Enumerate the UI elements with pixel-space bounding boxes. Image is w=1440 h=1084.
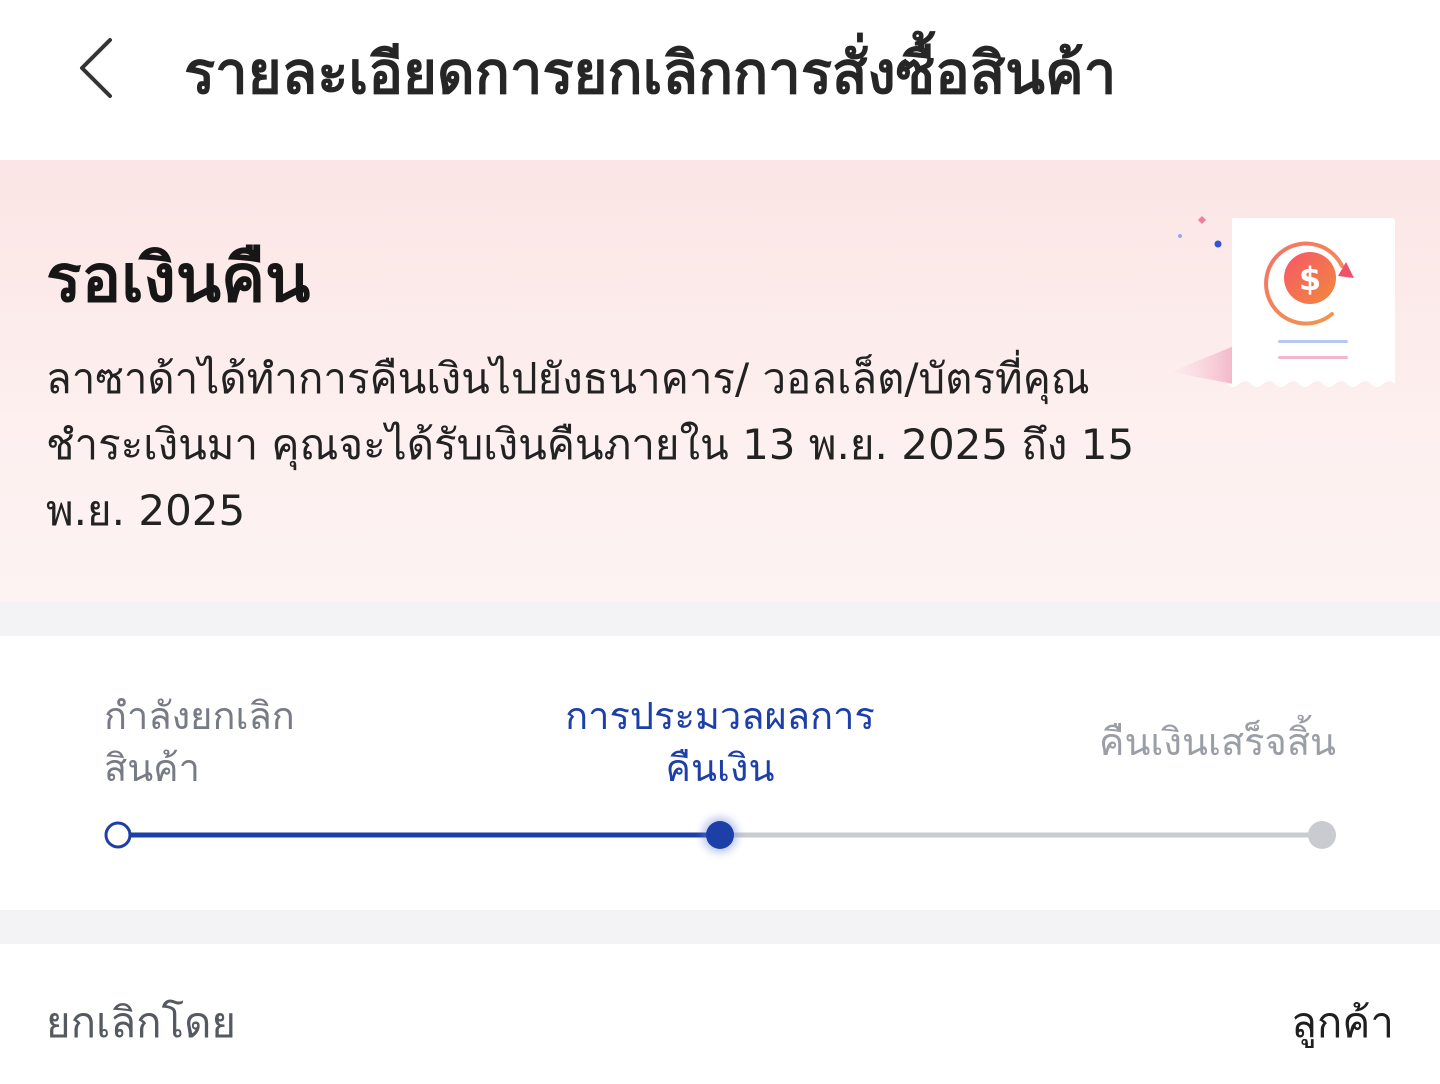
page-title: รายละเอียดการยกเลิกการสั่งซื้อสินค้า bbox=[184, 39, 1117, 107]
step-3-dot bbox=[1308, 821, 1336, 849]
refund-status-banner: รอเงินคืน ลาซาด้าได้ทำการคืนเงินไปยังธนา… bbox=[0, 160, 1440, 602]
svg-text:$: $ bbox=[1299, 260, 1321, 298]
cancelled-by-value: ลูกค้า bbox=[1291, 998, 1394, 1047]
status-title: รอเงินคืน bbox=[46, 240, 311, 317]
cancelled-by-label: ยกเลิกโดย bbox=[46, 998, 237, 1047]
step-2-dot bbox=[706, 821, 734, 849]
refund-receipt-icon: $ bbox=[1170, 216, 1395, 387]
header-bar: รายละเอียดการยกเลิกการสั่งซื้อสินค้า bbox=[0, 0, 1440, 160]
step-1-dot bbox=[104, 821, 132, 849]
progress-track bbox=[104, 817, 1336, 853]
refund-progress-tracker: กำลังยกเลิก สินค้า การประมวลผลการ คืนเงิ… bbox=[0, 636, 1440, 910]
status-description: ลาซาด้าได้ทำการคืนเงินไปยังธนาคาร/ วอลเล… bbox=[46, 354, 1135, 535]
cancellation-details-page: รายละเอียดการยกเลิกการสั่งซื้อสินค้า รอเ… bbox=[0, 0, 1440, 1084]
chevron-left-icon bbox=[80, 38, 112, 98]
back-button[interactable] bbox=[56, 28, 136, 108]
cancelled-by-row: ยกเลิกโดย ลูกค้า bbox=[0, 944, 1440, 1084]
